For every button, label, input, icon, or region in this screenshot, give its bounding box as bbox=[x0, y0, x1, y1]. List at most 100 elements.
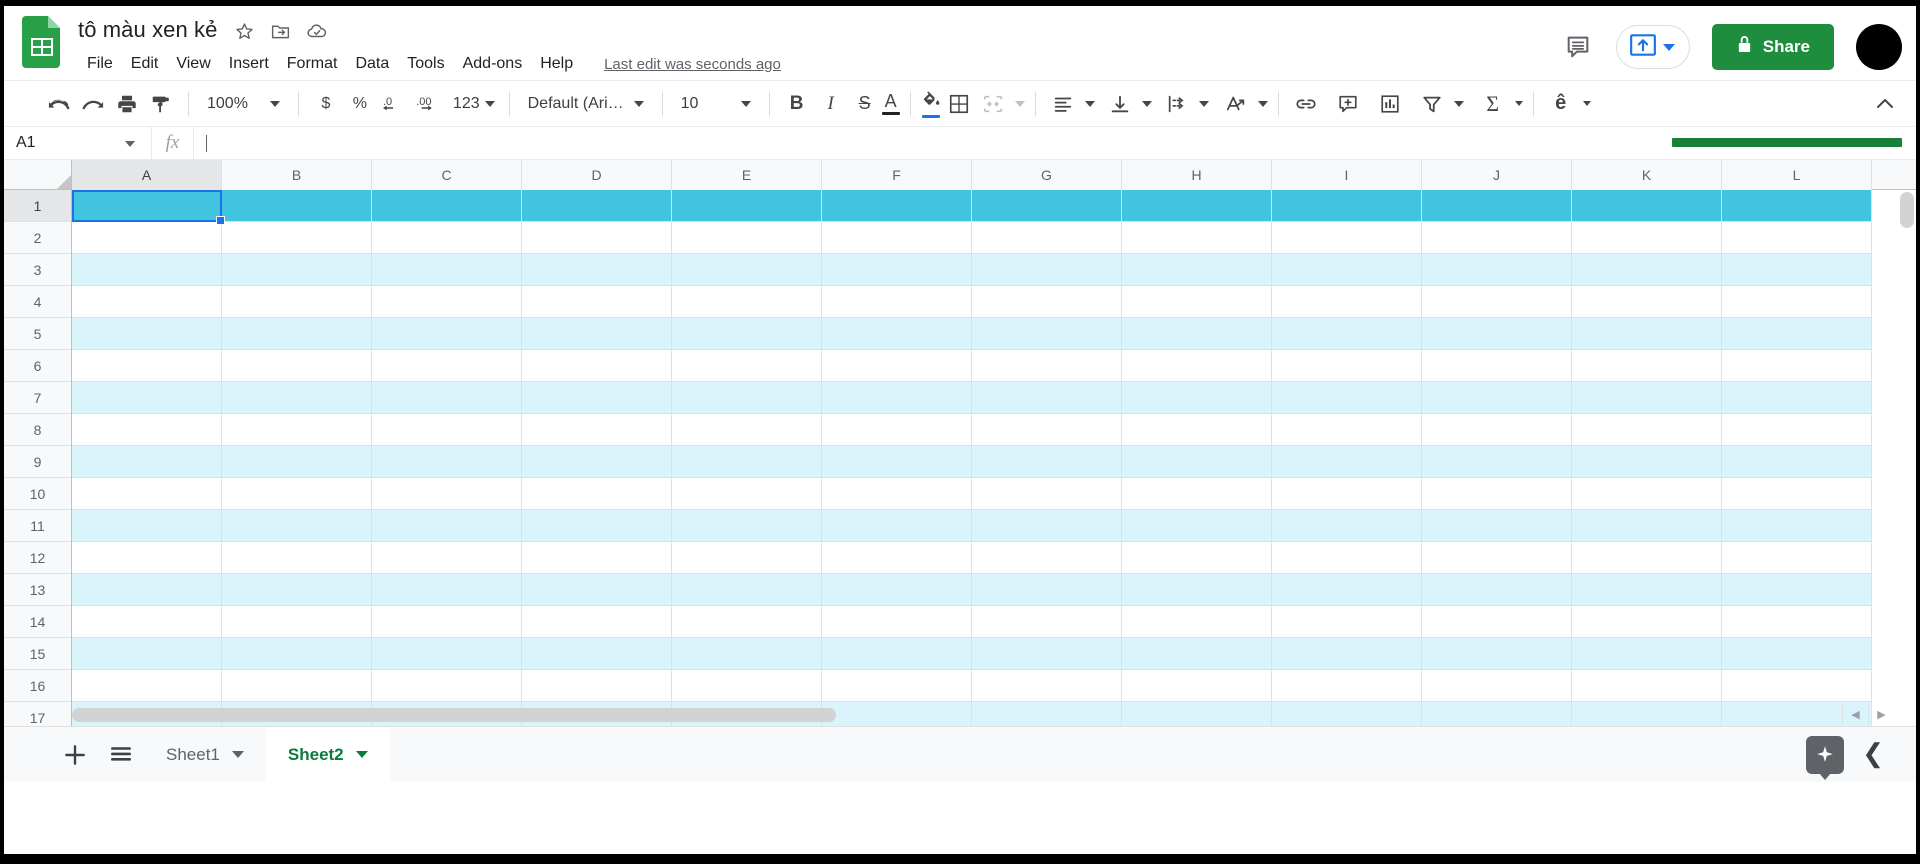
cell-D2[interactable] bbox=[522, 222, 672, 254]
merge-cells-button[interactable] bbox=[976, 87, 1010, 121]
paint-format-icon[interactable] bbox=[144, 87, 178, 121]
cell-B3[interactable] bbox=[222, 254, 372, 286]
menu-tools[interactable]: Tools bbox=[398, 52, 453, 76]
cloud-saved-icon[interactable] bbox=[304, 18, 330, 44]
cell-K1[interactable] bbox=[1572, 190, 1722, 222]
cell-G10[interactable] bbox=[972, 478, 1122, 510]
cell-L14[interactable] bbox=[1722, 606, 1872, 638]
cell-J6[interactable] bbox=[1422, 350, 1572, 382]
insert-comment-button[interactable] bbox=[1331, 87, 1365, 121]
cell-A14[interactable] bbox=[72, 606, 222, 638]
cell-F16[interactable] bbox=[822, 670, 972, 702]
cell-H3[interactable] bbox=[1122, 254, 1272, 286]
cell-C14[interactable] bbox=[372, 606, 522, 638]
cell-K9[interactable] bbox=[1572, 446, 1722, 478]
cell-E14[interactable] bbox=[672, 606, 822, 638]
cell-F6[interactable] bbox=[822, 350, 972, 382]
cell-J12[interactable] bbox=[1422, 542, 1572, 574]
menu-view[interactable]: View bbox=[167, 52, 219, 76]
cell-I4[interactable] bbox=[1272, 286, 1422, 318]
cell-G16[interactable] bbox=[972, 670, 1122, 702]
cell-C15[interactable] bbox=[372, 638, 522, 670]
cell-I6[interactable] bbox=[1272, 350, 1422, 382]
row-header-17[interactable]: 17 bbox=[4, 702, 71, 726]
cell-C10[interactable] bbox=[372, 478, 522, 510]
cell-F8[interactable] bbox=[822, 414, 972, 446]
cell-A7[interactable] bbox=[72, 382, 222, 414]
cell-J15[interactable] bbox=[1422, 638, 1572, 670]
cell-F7[interactable] bbox=[822, 382, 972, 414]
scroll-right-icon[interactable]: ▶ bbox=[1868, 704, 1894, 724]
cell-L9[interactable] bbox=[1722, 446, 1872, 478]
menu-edit[interactable]: Edit bbox=[122, 52, 168, 76]
cell-L1[interactable] bbox=[1722, 190, 1872, 222]
cell-D16[interactable] bbox=[522, 670, 672, 702]
cell-K16[interactable] bbox=[1572, 670, 1722, 702]
cell-D4[interactable] bbox=[522, 286, 672, 318]
cell-H14[interactable] bbox=[1122, 606, 1272, 638]
cell-H11[interactable] bbox=[1122, 510, 1272, 542]
column-header-l[interactable]: L bbox=[1722, 160, 1872, 190]
horizontal-scrollbar[interactable] bbox=[72, 708, 1890, 722]
cell-B4[interactable] bbox=[222, 286, 372, 318]
cell-I11[interactable] bbox=[1272, 510, 1422, 542]
cell-E4[interactable] bbox=[672, 286, 822, 318]
cell-E6[interactable] bbox=[672, 350, 822, 382]
chevron-down-icon[interactable] bbox=[1141, 100, 1152, 107]
cell-A1[interactable] bbox=[72, 190, 222, 222]
cell-G4[interactable] bbox=[972, 286, 1122, 318]
menu-help[interactable]: Help bbox=[531, 52, 582, 76]
cell-F4[interactable] bbox=[822, 286, 972, 318]
cell-L12[interactable] bbox=[1722, 542, 1872, 574]
cell-F14[interactable] bbox=[822, 606, 972, 638]
all-sheets-icon[interactable] bbox=[98, 732, 144, 778]
cell-I2[interactable] bbox=[1272, 222, 1422, 254]
cell-L15[interactable] bbox=[1722, 638, 1872, 670]
cell-L13[interactable] bbox=[1722, 574, 1872, 606]
cell-I10[interactable] bbox=[1272, 478, 1422, 510]
functions-button[interactable]: Σ bbox=[1476, 87, 1510, 121]
cell-C1[interactable] bbox=[372, 190, 522, 222]
cell-G9[interactable] bbox=[972, 446, 1122, 478]
cell-B5[interactable] bbox=[222, 318, 372, 350]
cell-K3[interactable] bbox=[1572, 254, 1722, 286]
cell-I14[interactable] bbox=[1272, 606, 1422, 638]
cell-G6[interactable] bbox=[972, 350, 1122, 382]
column-header-f[interactable]: F bbox=[822, 160, 972, 190]
comment-history-icon[interactable] bbox=[1556, 25, 1600, 69]
cell-J10[interactable] bbox=[1422, 478, 1572, 510]
cell-F12[interactable] bbox=[822, 542, 972, 574]
cell-C5[interactable] bbox=[372, 318, 522, 350]
insert-chart-button[interactable] bbox=[1373, 87, 1407, 121]
cell-D1[interactable] bbox=[522, 190, 672, 222]
chevron-down-icon[interactable] bbox=[125, 141, 135, 147]
column-header-a[interactable]: A bbox=[72, 160, 222, 190]
row-header-10[interactable]: 10 bbox=[4, 478, 71, 510]
cell-F15[interactable] bbox=[822, 638, 972, 670]
cell-K13[interactable] bbox=[1572, 574, 1722, 606]
column-header-d[interactable]: D bbox=[522, 160, 672, 190]
cell-D7[interactable] bbox=[522, 382, 672, 414]
filter-button[interactable] bbox=[1415, 87, 1449, 121]
cell-C4[interactable] bbox=[372, 286, 522, 318]
row-header-6[interactable]: 6 bbox=[4, 350, 71, 382]
cell-E1[interactable] bbox=[672, 190, 822, 222]
cell-A9[interactable] bbox=[72, 446, 222, 478]
cell-B1[interactable] bbox=[222, 190, 372, 222]
cell-E16[interactable] bbox=[672, 670, 822, 702]
cell-G5[interactable] bbox=[972, 318, 1122, 350]
cell-L6[interactable] bbox=[1722, 350, 1872, 382]
cell-B9[interactable] bbox=[222, 446, 372, 478]
cell-C8[interactable] bbox=[372, 414, 522, 446]
cell-I5[interactable] bbox=[1272, 318, 1422, 350]
cell-K14[interactable] bbox=[1572, 606, 1722, 638]
cell-J7[interactable] bbox=[1422, 382, 1572, 414]
cell-D8[interactable] bbox=[522, 414, 672, 446]
cell-C11[interactable] bbox=[372, 510, 522, 542]
cell-A4[interactable] bbox=[72, 286, 222, 318]
insert-link-button[interactable] bbox=[1289, 87, 1323, 121]
cell-J11[interactable] bbox=[1422, 510, 1572, 542]
cell-H8[interactable] bbox=[1122, 414, 1272, 446]
cell-L5[interactable] bbox=[1722, 318, 1872, 350]
zoom-dropdown[interactable]: 100% bbox=[199, 87, 288, 121]
